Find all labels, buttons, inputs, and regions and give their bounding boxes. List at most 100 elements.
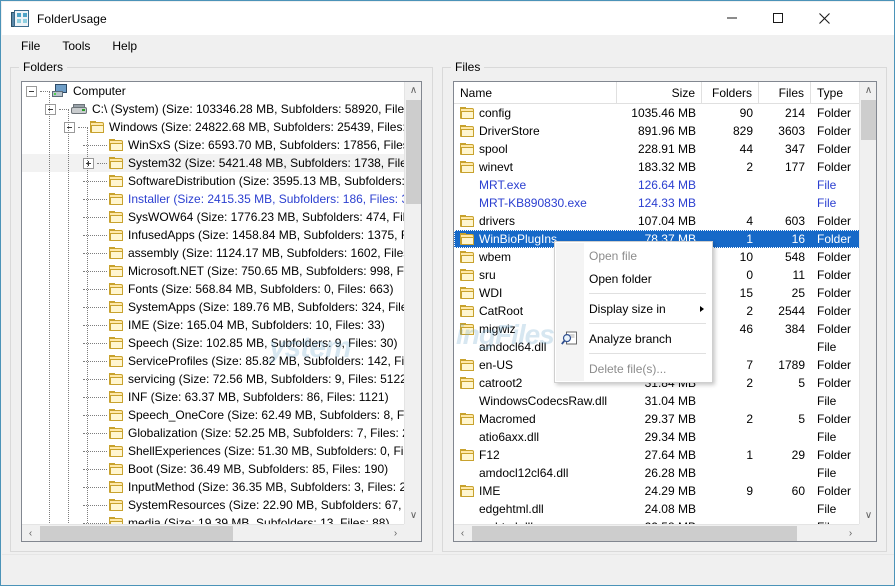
cell-files: 25 [791, 286, 805, 300]
table-row[interactable]: edgehtml.dll 24.08 MB File [454, 500, 860, 518]
cell-name: edgehtml.dll [454, 502, 617, 516]
tree-node[interactable]: Boot (Size: 36.49 MB, Subfolders: 85, Fi… [22, 460, 406, 478]
tree-node[interactable]: Globalization (Size: 52.25 MB, Subfolder… [22, 424, 406, 442]
tree-scrollbar-corner [404, 524, 421, 541]
tree-node[interactable]: System32 (Size: 5421.48 MB, Subfolders: … [22, 154, 406, 172]
maximize-button[interactable] [755, 2, 801, 34]
folder-icon [109, 193, 123, 205]
folder-tree[interactable]: Computer C:\ (System) (Size: 103346.28 MB… [21, 81, 422, 542]
table-row[interactable]: Macromed 29.37 MB 2 5 Folder [454, 410, 860, 428]
table-row[interactable]: atio6axx.dll 29.34 MB File [454, 428, 860, 446]
menu-item-tools[interactable]: Tools [52, 36, 100, 57]
collapse-node-icon[interactable] [45, 103, 56, 115]
tree-node[interactable]: InputMethod (Size: 36.35 MB, Subfolders:… [22, 478, 406, 496]
expand-node-icon[interactable] [83, 157, 94, 169]
tree-node[interactable]: IME (Size: 165.04 MB, Subfolders: 10, Fi… [22, 316, 406, 334]
file-name-label: WinBioPlugIns [479, 232, 558, 246]
table-row[interactable]: amdocl12cl64.dll 26.28 MB File [454, 464, 860, 482]
cell-folders: 4 [746, 214, 753, 228]
tree-node[interactable]: Computer [22, 82, 406, 100]
close-button[interactable] [801, 2, 847, 34]
context-menu-item-label: Display size in [589, 301, 666, 316]
cell-type: Folder [817, 286, 852, 300]
folder-icon [109, 499, 123, 511]
table-row[interactable]: winevt 183.32 MB 2 177 Folder [454, 158, 860, 176]
column-header-name[interactable]: Name [454, 82, 617, 104]
minimize-button[interactable] [709, 2, 755, 34]
menu-item-file[interactable]: File [11, 36, 50, 57]
folder-icon [109, 175, 123, 187]
tree-node[interactable]: INF (Size: 63.37 MB, Subfolders: 86, Fil… [22, 388, 406, 406]
menu-item-help[interactable]: Help [102, 36, 147, 57]
column-header-size[interactable]: Size [617, 82, 702, 104]
tree-node-label: IME (Size: 165.04 MB, Subfolders: 10, Fi… [128, 318, 385, 332]
files-vertical-scroll-thumb[interactable] [861, 100, 876, 140]
tree-node[interactable]: SystemApps (Size: 189.76 MB, Subfolders:… [22, 298, 406, 316]
tree-node[interactable]: Speech_OneCore (Size: 62.49 MB, Subfolde… [22, 406, 406, 424]
files-scroll-left-button[interactable]: ‹ [454, 525, 471, 541]
folder-icon [460, 233, 474, 245]
folder-icon [460, 125, 474, 137]
tree-node[interactable]: SoftwareDistribution (Size: 3595.13 MB, … [22, 172, 406, 190]
tree-node[interactable]: Installer (Size: 2415.35 MB, Subfolders:… [22, 190, 406, 208]
table-row[interactable]: MRT.exe 126.64 MB File [454, 176, 860, 194]
tree-node[interactable]: servicing (Size: 72.56 MB, Subfolders: 9… [22, 370, 406, 388]
tree-node[interactable]: ServiceProfiles (Size: 85.82 MB, Subfold… [22, 352, 406, 370]
cell-size: 26.28 MB [644, 466, 696, 480]
tree-node[interactable]: SysWOW64 (Size: 1776.23 MB, Subfolders: … [22, 208, 406, 226]
files-scroll-right-button[interactable]: › [842, 525, 859, 541]
tree-node[interactable]: WinSxS (Size: 6593.70 MB, Subfolders: 17… [22, 136, 406, 154]
cell-size: 891.96 MB [637, 124, 696, 138]
context-menu-item-display-size-in[interactable]: Display size in [555, 297, 712, 320]
collapse-node-icon[interactable] [26, 85, 37, 97]
tree-node[interactable]: Fonts (Size: 568.84 MB, Subfolders: 0, F… [22, 280, 406, 298]
context-menu-item-open-folder[interactable]: Open folder [555, 267, 712, 290]
tree-node[interactable]: Microsoft.NET (Size: 750.65 MB, Subfolde… [22, 262, 406, 280]
files-horizontal-scrollbar[interactable]: ‹ › [454, 524, 859, 541]
collapse-node-icon[interactable] [64, 121, 75, 133]
files-scroll-down-button[interactable]: ∨ [860, 507, 876, 524]
tree-scroll-up-button[interactable]: ∧ [405, 82, 421, 99]
tree-scroll-left-button[interactable]: ‹ [22, 525, 39, 541]
tree-scroll-down-button[interactable]: ∨ [405, 507, 421, 524]
table-row[interactable]: config 1035.46 MB 90 214 Folder [454, 104, 860, 122]
column-header-folders[interactable]: Folders [702, 82, 759, 104]
files-vertical-scrollbar[interactable]: ∧ ∨ [859, 82, 876, 524]
file-name-label: atio6axx.dll [479, 430, 540, 444]
tree-vertical-scroll-thumb[interactable] [406, 100, 421, 204]
column-header-files[interactable]: Files [759, 82, 811, 104]
tree-horizontal-scroll-thumb[interactable] [40, 526, 233, 541]
table-row[interactable]: spool 228.91 MB 44 347 Folder [454, 140, 860, 158]
tree-node[interactable]: Windows (Size: 24822.68 MB, Subfolders: … [22, 118, 406, 136]
file-name-label: wbem [479, 250, 512, 264]
tree-node[interactable]: C:\ (System) (Size: 103346.28 MB, Subfol… [22, 100, 406, 118]
context-menu[interactable]: Open file Open folder Display size in Analy… [554, 241, 713, 383]
folder-icon [109, 229, 123, 241]
tree-node[interactable]: InfusedApps (Size: 1458.84 MB, Subfolder… [22, 226, 406, 244]
column-header-type[interactable]: Type [811, 82, 861, 104]
table-row[interactable]: MRT-KB890830.exe 124.33 MB File [454, 194, 860, 212]
tree-horizontal-scrollbar[interactable]: ‹ › [22, 524, 404, 541]
table-row[interactable]: drivers 107.04 MB 4 603 Folder [454, 212, 860, 230]
cell-files: 60 [791, 484, 805, 498]
table-row[interactable]: IME 24.29 MB 9 60 Folder [454, 482, 860, 500]
context-menu-item-analyze-branch[interactable]: Analyze branch [555, 327, 712, 350]
table-row[interactable]: F12 27.64 MB 1 29 Folder [454, 446, 860, 464]
tree-vertical-scrollbar[interactable]: ∧ ∨ [404, 82, 421, 524]
tree-node[interactable]: SystemResources (Size: 22.90 MB, Subfold… [22, 496, 406, 514]
table-row[interactable]: DriverStore 891.96 MB 829 3603 Folder [454, 122, 860, 140]
file-name-label: IME [479, 484, 501, 498]
files-scroll-up-button[interactable]: ∧ [860, 82, 876, 99]
tree-node-label: Microsoft.NET (Size: 750.65 MB, Subfolde… [128, 264, 406, 278]
tree-node[interactable]: ShellExperiences (Size: 51.30 MB, Subfol… [22, 442, 406, 460]
tree-node[interactable]: assembly (Size: 1124.17 MB, Subfolders: … [22, 244, 406, 262]
tree-node[interactable]: Speech (Size: 102.85 MB, Subfolders: 9, … [22, 334, 406, 352]
cell-size: 228.91 MB [637, 142, 696, 156]
table-row[interactable]: WindowsCodecsRaw.dll 31.04 MB File [454, 392, 860, 410]
files-horizontal-scroll-thumb[interactable] [472, 526, 797, 541]
folder-icon [460, 161, 474, 173]
tree-scroll-right-button[interactable]: › [387, 525, 404, 541]
